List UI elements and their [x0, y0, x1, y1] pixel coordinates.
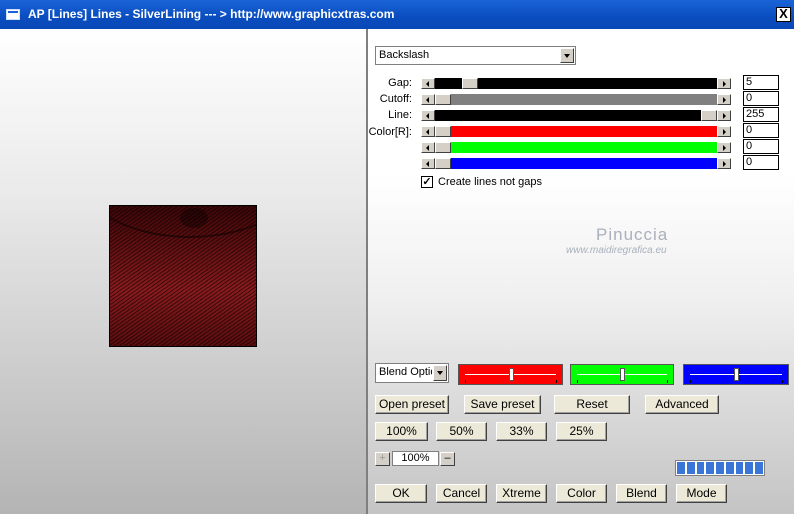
- close-button[interactable]: X: [776, 7, 791, 22]
- watermark-text: Pinuccia: [596, 225, 669, 244]
- slider-thumb[interactable]: [435, 126, 451, 137]
- cutoff-slider[interactable]: [421, 94, 731, 105]
- open-preset-button[interactable]: Open preset: [375, 395, 449, 414]
- blend-options-value: Blend Options: [379, 366, 432, 378]
- scroll-left-icon[interactable]: [421, 142, 435, 153]
- blend-slider-tick: [690, 380, 691, 383]
- blue-slider[interactable]: [421, 158, 731, 169]
- reset-button[interactable]: Reset: [554, 395, 630, 414]
- mode-select-value: Backslash: [379, 49, 430, 61]
- progress-indicator: [675, 460, 765, 476]
- slider-track[interactable]: [435, 158, 717, 169]
- line-slider[interactable]: [421, 110, 731, 121]
- window-title: AP [Lines] Lines - SilverLining --- > ht…: [28, 7, 395, 21]
- progress-segment: [745, 462, 754, 474]
- zoom-in-button[interactable]: +: [375, 452, 390, 466]
- title-bar: AP [Lines] Lines - SilverLining --- > ht…: [0, 0, 794, 29]
- progress-segment: [755, 462, 764, 474]
- slider-label-line: Line:: [388, 109, 412, 121]
- blend-slider-knob[interactable]: [734, 368, 739, 381]
- scroll-right-icon[interactable]: [717, 110, 731, 121]
- progress-segment: [686, 462, 695, 474]
- progress-segment: [735, 462, 744, 474]
- cutoff-value-input[interactable]: 0: [743, 91, 779, 106]
- cancel-button[interactable]: Cancel: [436, 484, 487, 503]
- slider-thumb[interactable]: [435, 158, 451, 169]
- progress-segment: [706, 462, 715, 474]
- zoom-100-button[interactable]: 100%: [375, 422, 428, 441]
- zoom-33-button[interactable]: 33%: [496, 422, 547, 441]
- slider-label-gap: Gap:: [388, 77, 412, 89]
- create-lines-checkbox[interactable]: ✓: [421, 176, 433, 188]
- scroll-right-icon[interactable]: [717, 158, 731, 169]
- blend-slider-knob[interactable]: [620, 368, 625, 381]
- scroll-right-icon[interactable]: [717, 78, 731, 89]
- chevron-down-icon[interactable]: [433, 365, 447, 381]
- blend-green-slider[interactable]: [570, 364, 674, 385]
- scroll-right-icon[interactable]: [717, 142, 731, 153]
- scroll-left-icon[interactable]: [421, 126, 435, 137]
- red-slider[interactable]: [421, 126, 731, 137]
- blend-blue-slider[interactable]: [683, 364, 789, 385]
- slider-track[interactable]: [435, 94, 717, 105]
- chevron-down-icon[interactable]: [560, 48, 574, 63]
- slider-thumb[interactable]: [462, 78, 478, 89]
- progress-segment: [696, 462, 705, 474]
- zoom-50-button[interactable]: 50%: [436, 422, 487, 441]
- scroll-left-icon[interactable]: [421, 78, 435, 89]
- blend-red-slider[interactable]: [458, 364, 563, 385]
- preview-image-spot: [180, 208, 208, 228]
- blend-slider-tick: [577, 380, 578, 383]
- scroll-right-icon[interactable]: [717, 94, 731, 105]
- line-value-input[interactable]: 255: [743, 107, 779, 122]
- ok-button[interactable]: OK: [375, 484, 427, 503]
- blend-slider-tick: [667, 380, 668, 383]
- zoom-out-button[interactable]: –: [440, 452, 455, 466]
- blend-slider-tick: [556, 380, 557, 383]
- progress-segment: [716, 462, 724, 474]
- slider-track[interactable]: [435, 110, 717, 121]
- red-value-input[interactable]: 0: [743, 123, 779, 138]
- slider-thumb[interactable]: [435, 94, 451, 105]
- window-icon: [6, 9, 20, 20]
- save-preset-button[interactable]: Save preset: [464, 395, 541, 414]
- scroll-left-icon[interactable]: [421, 94, 435, 105]
- scroll-left-icon[interactable]: [421, 158, 435, 169]
- watermark-url: www.maidiregrafica.eu: [566, 245, 667, 256]
- xtreme-button[interactable]: Xtreme: [496, 484, 547, 503]
- slider-track[interactable]: [435, 142, 717, 153]
- gap-value-input[interactable]: 5: [743, 75, 779, 90]
- preview-image[interactable]: [109, 205, 257, 347]
- slider-thumb[interactable]: [435, 142, 451, 153]
- zoom-25-button[interactable]: 25%: [556, 422, 607, 441]
- slider-track[interactable]: [435, 126, 717, 137]
- mode-select[interactable]: Backslash: [375, 46, 576, 65]
- blend-slider-knob[interactable]: [508, 368, 514, 381]
- advanced-button[interactable]: Advanced: [645, 395, 719, 414]
- mode-button[interactable]: Mode: [676, 484, 727, 503]
- progress-segment: [725, 462, 734, 474]
- slider-label-color: Color[R]:: [368, 126, 412, 138]
- green-slider[interactable]: [421, 142, 731, 153]
- scroll-left-icon[interactable]: [421, 110, 435, 121]
- scroll-right-icon[interactable]: [717, 126, 731, 137]
- zoom-level-field[interactable]: 100%: [392, 451, 439, 466]
- blend-slider-tick: [782, 380, 783, 383]
- blue-value-input[interactable]: 0: [743, 155, 779, 170]
- color-button[interactable]: Color: [556, 484, 607, 503]
- slider-label-cutoff: Cutoff:: [379, 93, 412, 105]
- create-lines-label: Create lines not gaps: [438, 176, 542, 188]
- gap-slider[interactable]: [421, 78, 731, 89]
- blend-options-select[interactable]: Blend Options: [375, 363, 449, 383]
- blend-slider-tick: [465, 380, 466, 383]
- green-value-input[interactable]: 0: [743, 139, 779, 154]
- slider-thumb[interactable]: [701, 110, 717, 121]
- progress-segment: [677, 462, 685, 474]
- blend-button[interactable]: Blend: [616, 484, 667, 503]
